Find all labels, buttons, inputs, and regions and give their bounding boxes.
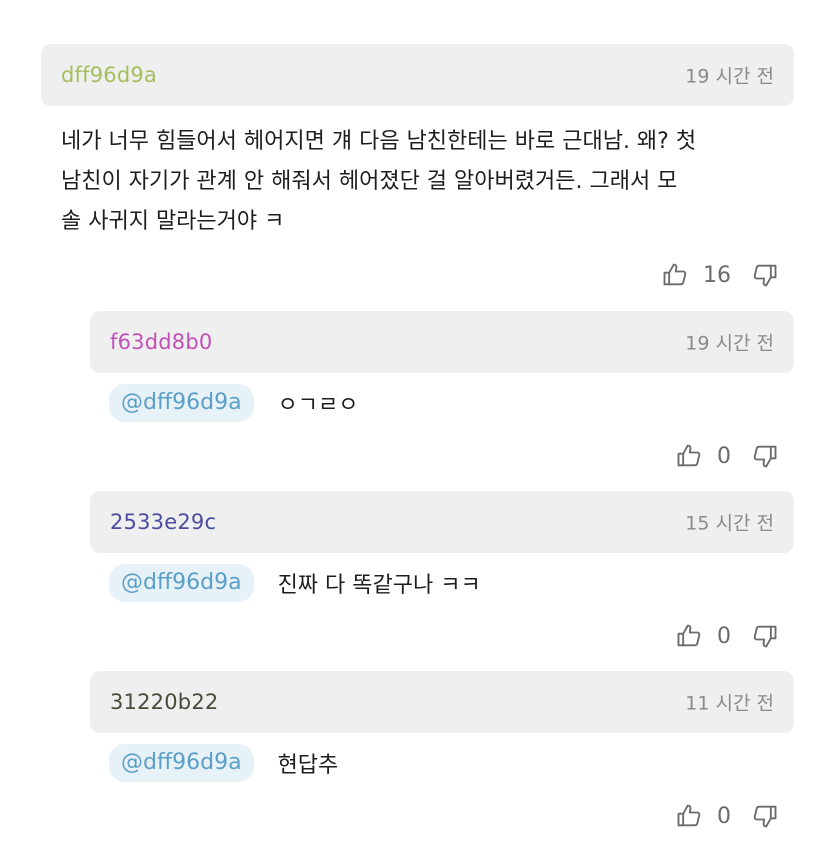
comment-line: 남친이 자기가 관계 안 해줘서 헤어졌단 걸 알아버렸거든. 그래서 모 — [61, 169, 678, 194]
reply-body: @dff96d9a 진짜 다 똑같구나 ㅋㅋ — [109, 564, 481, 602]
dislike-button[interactable] — [751, 442, 779, 470]
mention-chip[interactable]: @dff96d9a — [109, 564, 254, 602]
thumbs-up-icon — [677, 804, 701, 827]
reply-body: @dff96d9a ㅇㄱㄹㅇ — [109, 384, 359, 422]
reply-header: 31220b22 11 시간 전 — [90, 671, 794, 733]
reply-timestamp: 15 시간 전 — [685, 512, 774, 535]
reply-timestamp: 19 시간 전 — [685, 332, 774, 355]
thumbs-down-icon — [753, 264, 777, 287]
reply-username[interactable]: f63dd8b0 — [110, 330, 212, 354]
dislike-button[interactable] — [751, 261, 779, 289]
like-button[interactable] — [675, 802, 703, 830]
mention-chip[interactable]: @dff96d9a — [109, 744, 254, 782]
like-count: 0 — [717, 443, 731, 469]
thumbs-down-icon — [753, 805, 777, 828]
reply-actions: 0 — [675, 799, 779, 833]
reply-body: @dff96d9a 현답추 — [109, 744, 338, 782]
comment-header: dff96d9a 19 시간 전 — [41, 44, 794, 106]
thumbs-up-icon — [677, 444, 701, 467]
reply-username[interactable]: 31220b22 — [110, 690, 218, 714]
reply-text: 진짜 다 똑같구나 ㅋㅋ — [277, 573, 481, 598]
reply-header: f63dd8b0 19 시간 전 — [90, 311, 794, 373]
thumbs-up-icon — [663, 263, 687, 286]
like-count: 16 — [703, 262, 731, 288]
reply-timestamp: 11 시간 전 — [685, 692, 774, 715]
reply-username[interactable]: 2533e29c — [110, 510, 216, 534]
reply-actions: 0 — [675, 439, 779, 473]
reply-text: 현답추 — [277, 753, 339, 778]
dislike-button[interactable] — [751, 802, 779, 830]
like-button[interactable] — [661, 261, 689, 289]
reply-text: ㅇㄱㄹㅇ — [277, 393, 359, 418]
comment-line: 네가 너무 힘들어서 헤어지면 걔 다음 남친한테는 바로 근대남. 왜? 첫 — [61, 129, 697, 154]
like-button[interactable] — [675, 442, 703, 470]
like-count: 0 — [717, 803, 731, 829]
comment-line: 솔 사귀지 말라는거야 ㅋ — [61, 209, 285, 234]
thumbs-down-icon — [753, 625, 777, 648]
like-button[interactable] — [675, 622, 703, 650]
thumbs-up-icon — [677, 624, 701, 647]
like-count: 0 — [717, 623, 731, 649]
thumbs-down-icon — [753, 445, 777, 468]
comment-body: 네가 너무 힘들어서 헤어지면 걔 다음 남친한테는 바로 근대남. 왜? 첫 … — [61, 122, 696, 242]
comment-actions: 16 — [661, 258, 779, 292]
comment-timestamp: 19 시간 전 — [685, 65, 774, 88]
mention-chip[interactable]: @dff96d9a — [109, 384, 254, 422]
dislike-button[interactable] — [751, 622, 779, 650]
comment-username[interactable]: dff96d9a — [61, 63, 157, 87]
reply-actions: 0 — [675, 619, 779, 653]
reply-header: 2533e29c 15 시간 전 — [90, 491, 794, 553]
